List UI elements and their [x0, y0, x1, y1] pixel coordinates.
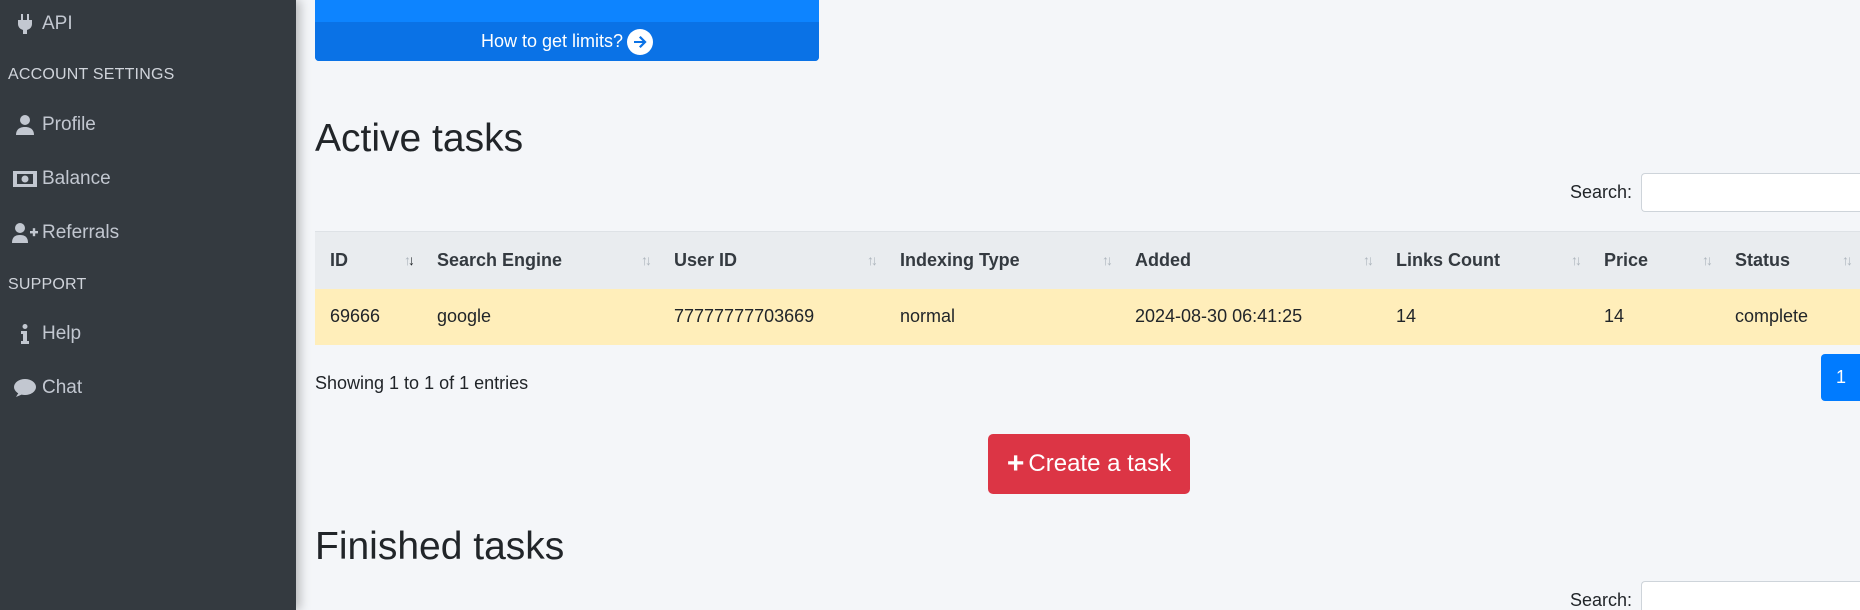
sort-icon: ↑↓ [1842, 252, 1853, 269]
cell-status: complete [1735, 306, 1809, 326]
column-header[interactable]: Added ↑↓ [1120, 232, 1381, 289]
sidebar-item-label: Chat [42, 377, 83, 398]
sort-icon: ↑↓ [404, 252, 415, 269]
active-search: Search: [1570, 173, 1860, 212]
sidebar-item-label: API [42, 13, 73, 34]
search-label: Search: [1569, 590, 1632, 610]
create-task-button[interactable]: + Create a task [988, 434, 1190, 494]
cell-user-id: 77777777703669 [674, 306, 815, 326]
sidebar-item-label: Help [42, 323, 82, 344]
sidebar-item-balance[interactable]: Balance [0, 156, 296, 202]
sort-icon: ↑↓ [1363, 252, 1374, 269]
cell-search-engine: google [437, 306, 492, 326]
create-task-label: Create a task [1028, 450, 1172, 477]
support-header: SUPPORT [8, 276, 87, 293]
cell-price: 14 [1604, 306, 1625, 326]
cell-links-count: 14 [1396, 306, 1417, 326]
sort-icon: ↑↓ [1102, 252, 1113, 269]
limits-card: How to get limits? [315, 0, 819, 61]
arrow-circle-right-icon [627, 28, 654, 55]
search-label: Search: [1569, 182, 1632, 202]
main-content: How to get limits? Active tasks Search: … [296, 0, 1860, 610]
cell-added: 2024-08-30 06:41:25 [1135, 306, 1303, 326]
column-header[interactable]: Search Engine ↑↓ [422, 232, 659, 289]
finished-tasks-title: Finished tasks [315, 525, 565, 568]
column-header[interactable]: Price ↑↓ [1589, 232, 1720, 289]
account-settings-header: ACCOUNT SETTINGS [8, 66, 175, 83]
sidebar-item-api[interactable]: API [0, 1, 296, 47]
user-icon [12, 112, 38, 138]
table-row[interactable]: 69666 google 77777777703669 normal 2024-… [315, 288, 1860, 345]
comment-icon [12, 375, 38, 401]
money-bill-icon [12, 166, 38, 192]
active-search-input[interactable] [1641, 173, 1860, 212]
column-header[interactable]: User ID ↑↓ [659, 232, 885, 289]
finished-search: Search: [1570, 581, 1860, 610]
plug-icon [12, 11, 38, 37]
info-icon [12, 321, 38, 347]
finished-search-input[interactable] [1641, 581, 1860, 610]
sidebar-item-label: Referrals [42, 222, 120, 243]
sidebar-item-profile[interactable]: Profile [0, 102, 296, 148]
pagination-page-1[interactable]: 1 [1821, 354, 1860, 401]
column-header[interactable]: Links Count ↑↓ [1381, 232, 1589, 289]
plus-icon: + [1006, 447, 1025, 480]
column-header[interactable]: Status ↑↓ [1720, 232, 1860, 289]
sort-icon: ↑↓ [1571, 252, 1582, 269]
sort-icon: ↑↓ [1702, 252, 1713, 269]
sidebar-item-help[interactable]: Help [0, 311, 296, 357]
sidebar: API ACCOUNT SETTINGS Profile Balance Ref… [0, 0, 296, 610]
active-tasks-table: ID ↑↓ Search Engine ↑↓ User ID ↑↓ Indexing … [315, 231, 1860, 345]
user-plus-icon [12, 220, 38, 246]
sidebar-item-label: Profile [42, 114, 96, 135]
cell-id: 69666 [330, 306, 381, 326]
sort-icon: ↑↓ [641, 252, 652, 269]
how-to-get-limits-link[interactable]: How to get limits? [315, 22, 819, 61]
column-header[interactable]: ID ↑↓ [315, 232, 422, 289]
table-header-row: ID ↑↓ Search Engine ↑↓ User ID ↑↓ Indexing … [315, 231, 1860, 289]
column-header[interactable]: Indexing Type ↑↓ [885, 232, 1120, 289]
sidebar-item-chat[interactable]: Chat [0, 365, 296, 411]
sidebar-item-referrals[interactable]: Referrals [0, 210, 296, 256]
limits-link-text: How to get limits? [480, 31, 624, 51]
sort-icon: ↑↓ [867, 252, 878, 269]
limits-card-body [315, 0, 819, 22]
table-info: Showing 1 to 1 of 1 entries [315, 373, 529, 393]
cell-indexing-type: normal [900, 306, 956, 326]
active-tasks-title: Active tasks [315, 117, 524, 160]
sidebar-item-label: Balance [42, 168, 111, 189]
